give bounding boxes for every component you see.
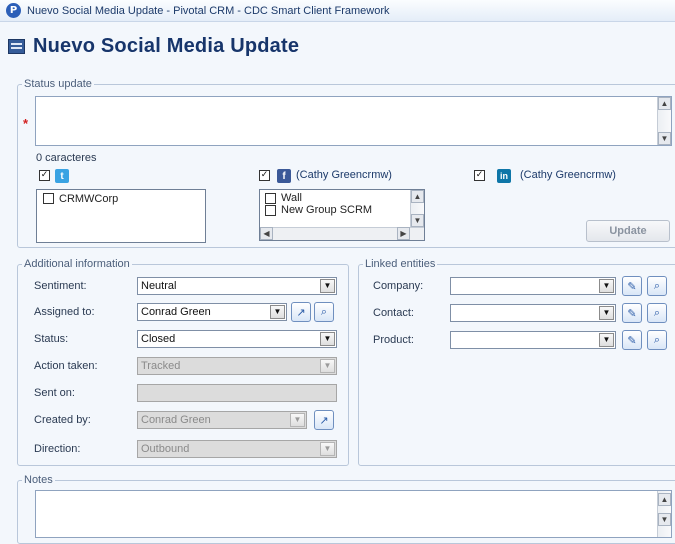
window-titlebar: P Nuevo Social Media Update - Pivotal CR… [0,0,675,22]
created-by-value: Conrad Green [141,414,211,426]
facebook-targets-list[interactable]: Wall New Group SCRM ▲ ▼ ◀ ▶ [259,189,425,241]
list-item[interactable]: New Group SCRM [260,203,424,216]
required-marker: * [23,116,29,131]
list-item[interactable]: Wall [260,190,424,204]
sent-on-field [137,384,337,402]
facebook-target-label: Wall [281,192,302,204]
record-form-icon [8,38,25,54]
new-record-icon[interactable]: ✎ [622,276,642,296]
status-select[interactable]: Closed ▼ [137,330,337,348]
direction-value: Outbound [141,443,190,455]
action-taken-value: Tracked [141,360,181,372]
notes-legend: Notes [24,474,53,486]
contact-select[interactable]: ▼ [450,304,616,322]
status-label: Status: [34,333,69,345]
direction-select: Outbound ▼ [137,440,337,458]
additional-information-legend: Additional information [24,258,130,270]
product-select[interactable]: ▼ [450,331,616,349]
created-by-select: Conrad Green ▼ [137,411,307,429]
company-select[interactable]: ▼ [450,277,616,295]
twitter-checkbox[interactable]: ✓ [39,170,50,181]
status-update-legend: Status update [24,78,92,90]
assigned-to-value: Conrad Green [141,306,211,318]
page-title: Nuevo Social Media Update [33,34,300,57]
chevron-down-icon[interactable]: ▼ [270,305,285,319]
char-count: 0 caracteres [36,152,97,164]
contact-label: Contact: [373,307,414,319]
created-by-label: Created by: [34,414,91,426]
search-icon[interactable]: ⌕ [314,302,334,322]
page-header: Nuevo Social Media Update [0,22,675,70]
twitter-account-checkbox[interactable] [43,193,54,204]
app-icon: P [6,3,21,18]
new-record-icon[interactable]: ✎ [622,330,642,350]
linkedin-icon: in [497,169,511,183]
chevron-down-icon[interactable]: ▼ [320,279,335,293]
facebook-target-label: New Group SCRM [281,204,373,216]
chevron-down-icon[interactable]: ▼ [599,279,614,293]
action-taken-select: Tracked ▼ [137,357,337,375]
scroll-down-icon[interactable]: ▼ [411,214,424,227]
twitter-account-label: CRMWCorp [59,192,119,205]
assigned-to-select[interactable]: Conrad Green ▼ [137,303,287,321]
sentiment-label: Sentiment: [34,280,87,292]
facebook-target-checkbox[interactable] [265,192,276,204]
sentiment-select[interactable]: Neutral ▼ [137,277,337,295]
search-icon[interactable]: ⌕ [647,303,667,323]
twitter-icon: t [55,169,69,183]
linked-entities-legend: Linked entities [365,258,436,270]
scroll-up-icon[interactable]: ▲ [411,190,424,203]
search-icon[interactable]: ⌕ [647,276,667,296]
status-textarea-scrollbar[interactable]: ▲ ▼ [657,97,671,145]
sent-on-label: Sent on: [34,387,75,399]
scroll-down-icon[interactable]: ▼ [658,513,671,526]
scroll-up-icon[interactable]: ▲ [658,97,671,110]
notes-scrollbar[interactable]: ▲ ▼ [657,491,671,537]
window-title: Nuevo Social Media Update - Pivotal CRM … [27,4,390,17]
facebook-checkbox[interactable]: ✓ [259,170,270,181]
facebook-account: (Cathy Greencrmw) [296,169,392,181]
update-button[interactable]: Update [586,220,670,242]
linkedin-checkbox[interactable]: ✓ [474,170,485,181]
search-icon[interactable]: ⌕ [647,330,667,350]
action-taken-label: Action taken: [34,360,98,372]
new-record-icon[interactable]: ✎ [622,303,642,323]
notes-textarea[interactable]: ▲ ▼ [35,490,672,538]
scroll-right-icon[interactable]: ▶ [397,227,410,240]
chevron-down-icon[interactable]: ▼ [599,306,614,320]
linkedin-account: (Cathy Greencrmw) [520,169,616,181]
twitter-accounts-list[interactable]: CRMWCorp [36,189,206,243]
company-label: Company: [373,280,424,292]
facebook-icon: f [277,169,291,183]
assigned-to-label: Assigned to: [34,306,95,318]
direction-label: Direction: [34,443,81,455]
open-record-icon[interactable]: ↗ [314,410,334,430]
scroll-up-icon[interactable]: ▲ [658,493,671,506]
scroll-left-icon[interactable]: ◀ [260,227,273,240]
status-value: Closed [141,333,176,345]
open-record-icon[interactable]: ↗ [291,302,311,322]
facebook-list-vscroll[interactable]: ▲ ▼ [410,190,424,227]
product-label: Product: [373,334,414,346]
chevron-down-icon: ▼ [320,359,335,373]
chevron-down-icon[interactable]: ▼ [599,333,614,347]
chevron-down-icon: ▼ [320,442,335,456]
sentiment-value: Neutral [141,280,177,292]
chevron-down-icon: ▼ [290,413,305,427]
facebook-target-checkbox[interactable] [265,204,276,216]
chevron-down-icon[interactable]: ▼ [320,332,335,346]
status-update-textarea[interactable]: ▲ ▼ [35,96,672,146]
list-item[interactable]: CRMWCorp [37,190,205,205]
facebook-list-hscroll[interactable]: ◀ ▶ [260,227,424,240]
scroll-down-icon[interactable]: ▼ [658,132,671,145]
